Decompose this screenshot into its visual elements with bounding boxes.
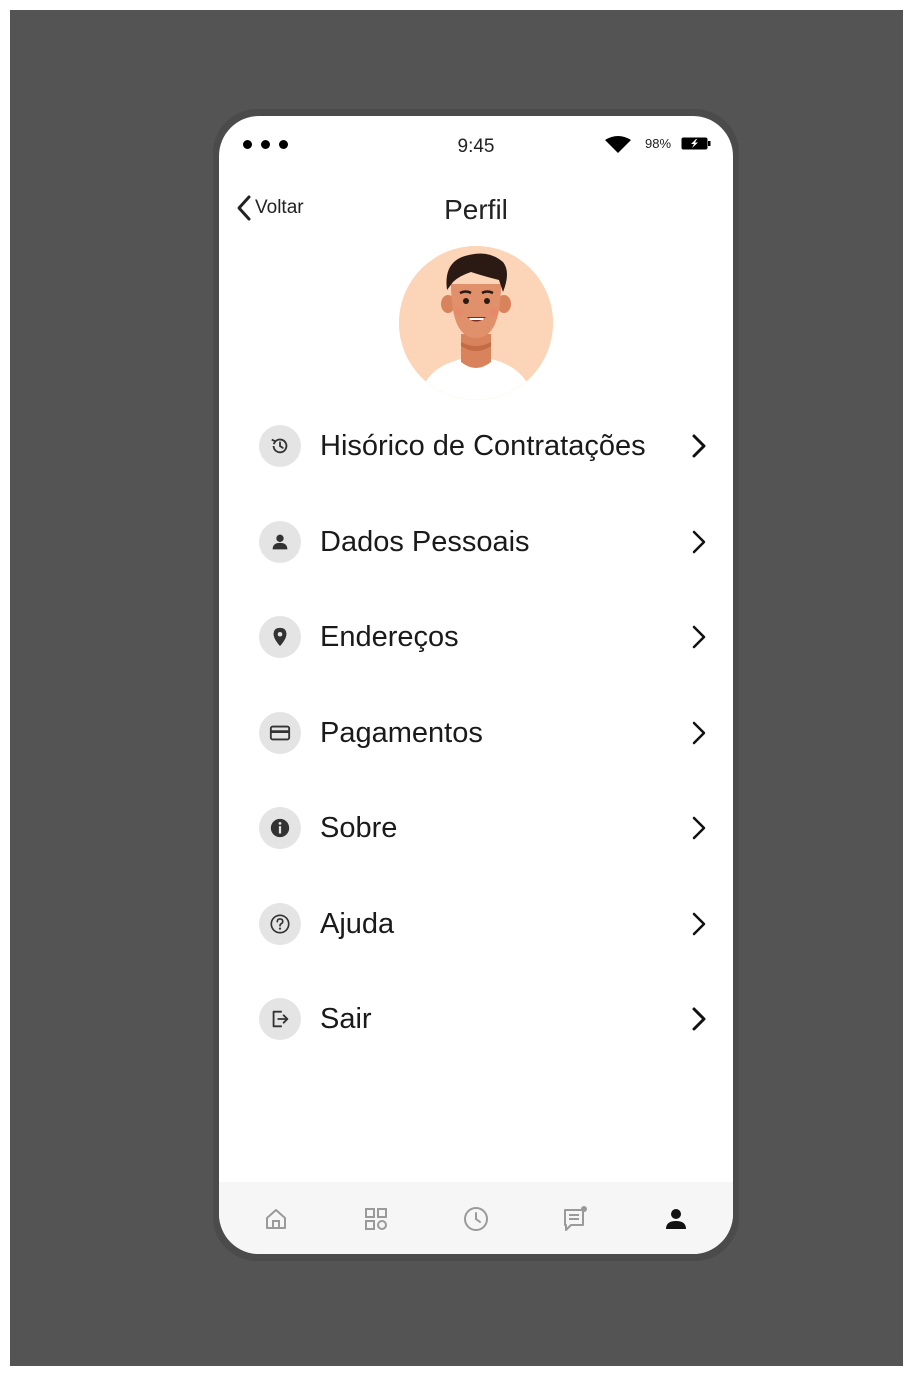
grid-icon — [365, 1208, 387, 1230]
page-title: Perfil — [444, 194, 508, 225]
tab-profile[interactable] — [661, 1204, 691, 1234]
avatar[interactable] — [399, 246, 553, 400]
battery-percentage: 98% — [645, 136, 672, 151]
logout-icon — [259, 998, 301, 1040]
menu-item-label: Hisórico de Contratações — [320, 429, 646, 462]
menu-item-logout[interactable]: Sair — [259, 989, 709, 1049]
help-icon — [259, 903, 301, 945]
chevron-right-icon — [692, 625, 706, 649]
menu-item-label: Sair — [320, 1002, 372, 1035]
person-icon — [259, 521, 301, 563]
menu-item-label: Dados Pessoais — [320, 525, 530, 558]
credit-card-icon — [259, 712, 301, 754]
tab-categories[interactable] — [361, 1204, 391, 1234]
bottom-tab-bar — [219, 1182, 733, 1254]
chat-icon — [564, 1206, 587, 1231]
chevron-right-icon — [692, 721, 706, 745]
battery-charging-icon — [681, 137, 711, 150]
wifi-icon — [605, 136, 631, 153]
menu-item-label: Endereços — [320, 620, 459, 653]
home-icon — [266, 1209, 286, 1229]
menu-item-label: Ajuda — [320, 907, 395, 940]
menu-item-payments[interactable]: Pagamentos — [259, 703, 709, 763]
menu-item-addresses[interactable]: Endereços — [259, 607, 709, 667]
chevron-right-icon — [692, 816, 706, 840]
tab-messages[interactable] — [561, 1204, 591, 1234]
history-icon — [259, 425, 301, 467]
menu-item-label: Sobre — [320, 811, 398, 844]
location-pin-icon — [259, 616, 301, 658]
menu-item-label: Pagamentos — [320, 716, 483, 749]
chevron-right-icon — [692, 530, 706, 554]
clock-icon — [464, 1207, 488, 1231]
profile-icon — [666, 1209, 686, 1229]
info-icon — [259, 807, 301, 849]
tab-home[interactable] — [261, 1204, 291, 1234]
menu-item-about[interactable]: Sobre — [259, 798, 709, 858]
menu-item-help[interactable]: Ajuda — [259, 894, 709, 954]
nav-header: Voltar Perfil — [219, 186, 733, 236]
menu-item-history[interactable]: Hisórico de Contratações — [259, 416, 709, 476]
user-avatar-illustration — [399, 246, 553, 400]
menu-item-personal-data[interactable]: Dados Pessoais — [259, 512, 709, 572]
chevron-right-icon — [692, 912, 706, 936]
chevron-right-icon — [692, 1007, 706, 1031]
tab-history[interactable] — [461, 1204, 491, 1234]
status-bar: 9:45 98% — [219, 116, 733, 176]
chevron-right-icon — [692, 434, 706, 458]
phone-screen: 9:45 98% Voltar Perfil Hisórico de Contr… — [219, 116, 733, 1254]
